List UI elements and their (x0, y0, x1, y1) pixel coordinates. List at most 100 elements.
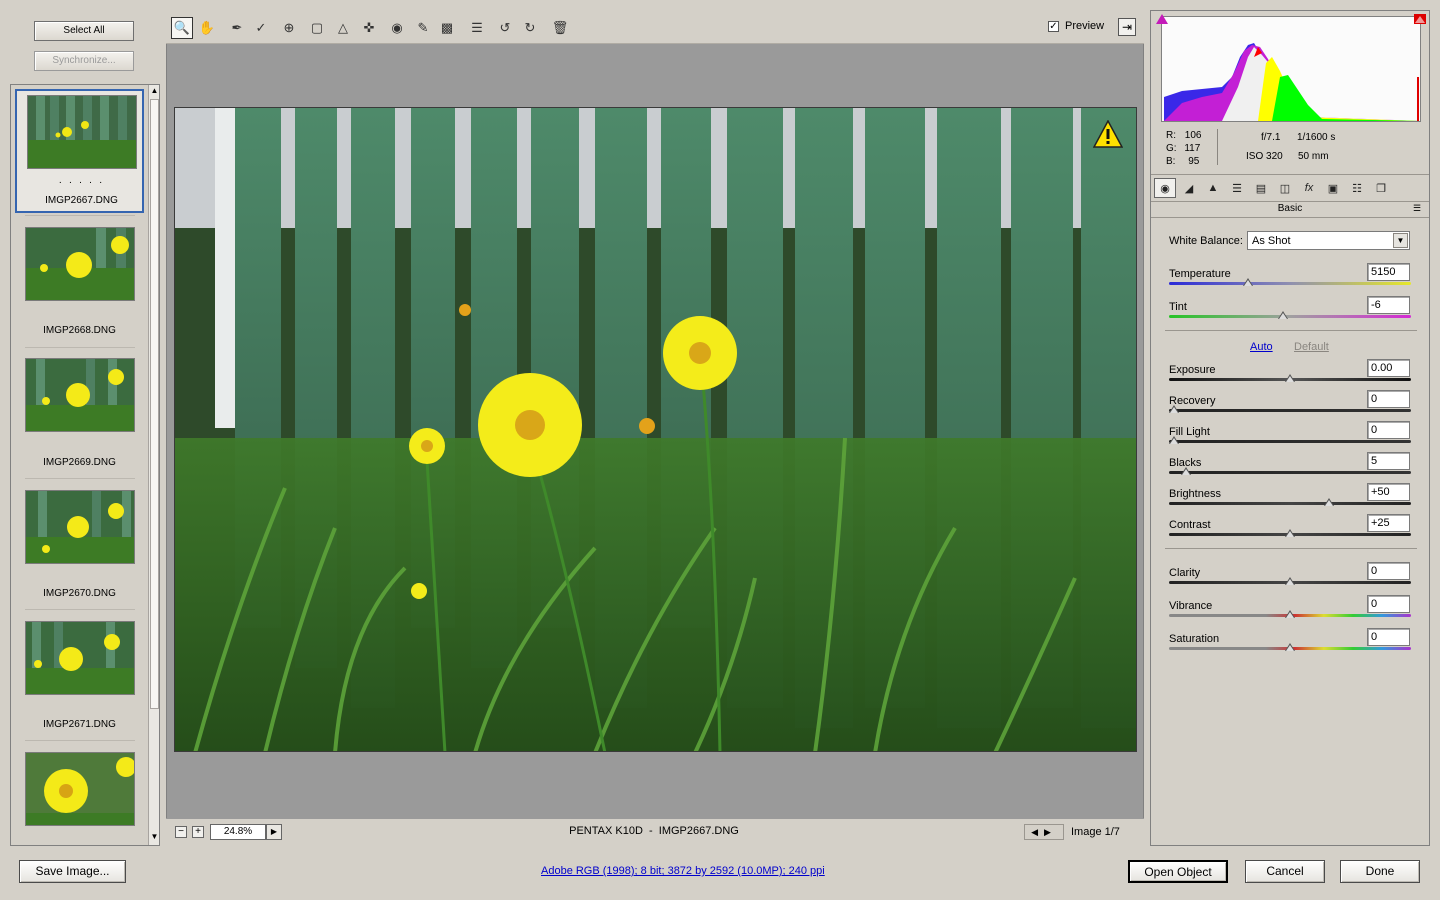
blacks-slider[interactable] (1169, 471, 1411, 474)
brightness-label: Brightness (1169, 488, 1221, 500)
temperature-field[interactable]: 5150 (1367, 263, 1410, 281)
clarity-slider-handle[interactable] (1285, 577, 1295, 585)
thumbnail-image (25, 490, 135, 564)
focal-length-value: 50 mm (1298, 151, 1329, 162)
recovery-slider-handle[interactable] (1169, 405, 1179, 413)
thumbnail-item[interactable]: IMGP2668.DNG (15, 221, 144, 345)
vibrance-field[interactable]: 0 (1367, 595, 1410, 613)
default-link[interactable]: Default (1294, 341, 1329, 353)
trash-icon[interactable]: 🗑 (549, 17, 571, 39)
scroll-up-arrow-icon[interactable]: ▲ (149, 85, 159, 97)
workflow-options-text[interactable]: Adobe RGB (1998); 8 bit; 3872 by 2592 (1… (541, 865, 825, 877)
lens-corrections-tab-icon[interactable]: ◫ (1274, 178, 1296, 198)
contrast-slider-handle[interactable] (1285, 529, 1295, 537)
filmstrip-scrollbar[interactable]: ▲ ▼ (148, 85, 159, 845)
white-balance-select[interactable]: As Shot ▼ (1247, 231, 1410, 250)
preview-checkbox[interactable]: ✓ (1048, 21, 1059, 32)
rotate-left-icon[interactable]: ↺ (494, 17, 516, 39)
scroll-down-arrow-icon[interactable]: ▼ (149, 831, 159, 843)
zoom-menu-arrow-icon[interactable]: ▶ (266, 824, 282, 840)
select-all-button[interactable]: Select All (34, 21, 134, 41)
thumbnail-item[interactable]: IMGP2671.DNG (15, 615, 144, 739)
thumbnail-item[interactable] (15, 746, 144, 845)
thumbnail-name: IMGP2670.DNG (43, 588, 116, 599)
basic-tab-icon[interactable]: ◉ (1154, 178, 1176, 198)
saturation-field[interactable]: 0 (1367, 628, 1410, 646)
saturation-slider-handle[interactable] (1285, 643, 1295, 651)
highlight-clipping-warning-icon[interactable] (1414, 14, 1426, 24)
thumbnail-item[interactable]: · · · · · IMGP2667.DNG (15, 89, 144, 213)
shadow-clipping-warning-icon[interactable] (1156, 14, 1168, 24)
thumbnail-item[interactable]: IMGP2669.DNG (15, 353, 144, 477)
temperature-slider-handle[interactable] (1243, 278, 1254, 286)
clarity-field[interactable]: 0 (1367, 562, 1410, 580)
saturation-label: Saturation (1169, 633, 1220, 645)
red-eye-tool-icon[interactable]: ◉ (386, 17, 408, 39)
thumbnail-rating[interactable]: · · · · · (17, 177, 146, 188)
blacks-field[interactable]: 5 (1367, 452, 1410, 470)
brightness-slider[interactable] (1169, 502, 1411, 505)
save-image-button[interactable]: Save Image... (19, 860, 126, 883)
fill-light-slider[interactable] (1169, 440, 1411, 443)
camera-calibration-tab-icon[interactable]: ▣ (1322, 178, 1344, 198)
thumbnail-image (25, 752, 135, 826)
adjustment-brush-tool-icon[interactable]: ✎ (412, 17, 434, 39)
vibrance-slider-handle[interactable] (1285, 610, 1295, 618)
toolbar: 🔍 ✋ ✒ ✓ ⊕ ▢ △ ✜ ◉ ✎ ▩ ☰ ↺ ↻ 🗑 ✓ Preview … (166, 10, 1144, 44)
panel-menu-icon[interactable]: ☰ (1413, 203, 1421, 214)
hsl-tab-icon[interactable]: ☰ (1226, 178, 1248, 198)
recovery-slider[interactable] (1169, 409, 1411, 412)
auto-link-text[interactable]: Auto (1250, 341, 1273, 353)
chevron-down-icon[interactable]: ▼ (1393, 233, 1408, 248)
fill-light-slider-handle[interactable] (1169, 436, 1179, 444)
preferences-tool-icon[interactable]: ☰ (466, 17, 488, 39)
thumbnail-item[interactable]: IMGP2670.DNG (15, 484, 144, 608)
rotate-right-icon[interactable]: ↻ (519, 17, 541, 39)
fullscreen-toggle-icon[interactable]: ⇥ (1118, 18, 1136, 36)
contrast-field[interactable]: +25 (1367, 514, 1410, 532)
zoom-tool-icon[interactable]: 🔍 (171, 17, 193, 39)
tint-slider-handle[interactable] (1278, 311, 1289, 319)
filmstrip[interactable]: · · · · · IMGP2667.DNG IMGP2668.DNG IMGP… (10, 84, 160, 846)
recovery-field[interactable]: 0 (1367, 390, 1410, 408)
exposure-slider-handle[interactable] (1285, 374, 1295, 382)
thumbnail-image (25, 621, 135, 695)
zoom-out-button[interactable]: − (175, 826, 187, 838)
synchronize-button[interactable]: Synchronize... (34, 51, 134, 71)
scrollbar-thumb[interactable] (150, 99, 159, 709)
temperature-slider[interactable] (1169, 282, 1411, 285)
hand-tool-icon[interactable]: ✋ (196, 17, 218, 39)
straighten-tool-icon[interactable]: △ (332, 17, 354, 39)
exposure-field[interactable]: 0.00 (1367, 359, 1410, 377)
workflow-options-link[interactable]: Adobe RGB (1998); 8 bit; 3872 by 2592 (1… (541, 865, 825, 877)
done-button[interactable]: Done (1340, 860, 1420, 883)
graduated-filter-tool-icon[interactable]: ▩ (436, 17, 458, 39)
blacks-slider-handle[interactable] (1180, 467, 1191, 475)
image-navigation-arrows[interactable]: ◀▶ (1024, 824, 1064, 840)
open-object-button[interactable]: Open Object (1128, 860, 1228, 883)
warning-triangle-icon[interactable] (1092, 119, 1124, 148)
crop-tool-icon[interactable]: ▢ (306, 17, 328, 39)
preview-image[interactable] (174, 107, 1137, 752)
snapshots-tab-icon[interactable]: ❐ (1370, 178, 1392, 198)
fill-light-field[interactable]: 0 (1367, 421, 1410, 439)
detail-tab-icon[interactable]: ▲ (1202, 178, 1224, 198)
tint-label: Tint (1169, 301, 1187, 313)
targeted-adjustment-tool-icon[interactable]: ⊕ (278, 17, 300, 39)
auto-link[interactable]: Auto (1250, 341, 1273, 353)
zoom-in-button[interactable]: + (192, 826, 204, 838)
brightness-field[interactable]: +50 (1367, 483, 1410, 501)
white-balance-tool-icon[interactable]: ✒ (226, 17, 248, 39)
tint-field[interactable]: -6 (1367, 296, 1410, 314)
split-toning-tab-icon[interactable]: ▤ (1250, 178, 1272, 198)
zoom-level-field[interactable]: 24.8% (210, 824, 266, 840)
tone-curve-tab-icon[interactable]: ◢ (1178, 178, 1200, 198)
color-sampler-tool-icon[interactable]: ✓ (250, 17, 272, 39)
cancel-button[interactable]: Cancel (1245, 860, 1325, 883)
spot-removal-tool-icon[interactable]: ✜ (358, 17, 380, 39)
tint-slider[interactable] (1169, 315, 1411, 318)
white-balance-value: As Shot (1252, 235, 1291, 247)
brightness-slider-handle[interactable] (1324, 498, 1335, 506)
effects-tab-icon[interactable]: fx (1298, 178, 1320, 198)
presets-tab-icon[interactable]: ☷ (1346, 178, 1368, 198)
